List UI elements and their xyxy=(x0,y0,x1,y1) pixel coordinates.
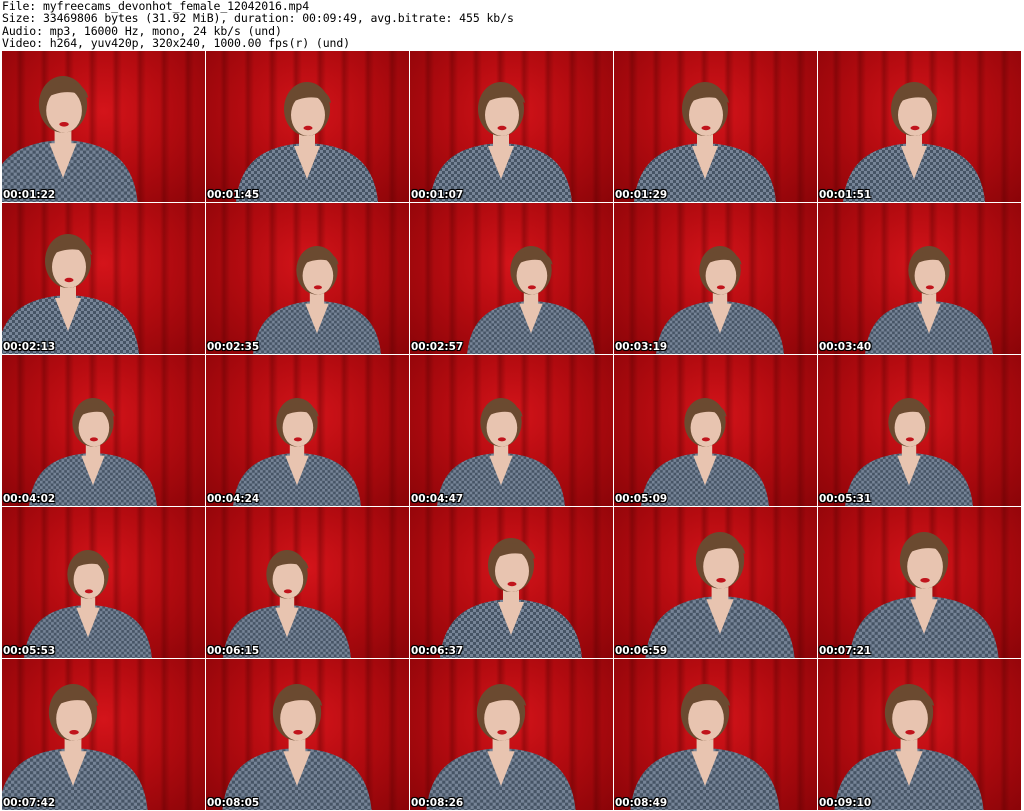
video-thumbnail[interactable]: 00:02:13 xyxy=(2,203,205,354)
video-thumbnail[interactable]: 00:05:53 xyxy=(2,507,205,658)
thumbnail-timestamp: 00:08:49 xyxy=(615,797,668,809)
video-thumbnail[interactable]: 00:06:59 xyxy=(614,507,817,658)
thumbnail-frame-image xyxy=(656,246,784,354)
thumbnail-frame-image xyxy=(2,76,138,202)
thumbnail-frame-image xyxy=(2,684,148,810)
file-info-header: File: myfreecams_devonhot_female_1204201… xyxy=(2,0,1022,50)
file-size-line: Size: 33469806 bytes (31.92 MiB), durati… xyxy=(2,11,514,26)
thumbnail-frame-image xyxy=(440,538,582,658)
video-thumbnail[interactable]: 00:08:26 xyxy=(410,659,613,810)
video-thumbnail[interactable]: 00:03:40 xyxy=(818,203,1021,354)
video-thumbnail[interactable]: 00:07:42 xyxy=(2,659,205,810)
thumbnail-frame-image xyxy=(630,684,780,810)
thumbnail-timestamp: 00:01:29 xyxy=(615,189,668,201)
video-thumbnail[interactable]: 00:01:45 xyxy=(206,51,409,202)
video-thumbnail[interactable]: 00:08:05 xyxy=(206,659,409,810)
video-thumbnail[interactable]: 00:01:07 xyxy=(410,51,613,202)
thumbnail-timestamp: 00:04:02 xyxy=(3,493,56,505)
video-thumbnail[interactable]: 00:04:02 xyxy=(2,355,205,506)
video-thumbnail[interactable]: 00:02:57 xyxy=(410,203,613,354)
video-thumbnail[interactable]: 00:05:31 xyxy=(818,355,1021,506)
thumbnail-timestamp: 00:08:05 xyxy=(207,797,260,809)
video-thumbnail[interactable]: 00:07:21 xyxy=(818,507,1021,658)
thumbnail-frame-image xyxy=(24,550,152,658)
thumbnail-timestamp: 00:01:07 xyxy=(411,189,464,201)
thumbnail-timestamp: 00:01:22 xyxy=(3,189,56,201)
video-thumbnail[interactable]: 00:04:47 xyxy=(410,355,613,506)
thumbnail-timestamp: 00:07:21 xyxy=(819,645,872,657)
video-thumbnail[interactable]: 00:02:35 xyxy=(206,203,409,354)
thumbnail-frame-image xyxy=(2,234,139,354)
video-thumbnail[interactable]: 00:05:09 xyxy=(614,355,817,506)
thumbnail-timestamp: 00:05:31 xyxy=(819,493,872,505)
thumbnail-frame-image xyxy=(437,398,565,506)
video-thumbnail[interactable]: 00:03:19 xyxy=(614,203,817,354)
thumbnail-frame-image xyxy=(834,684,984,810)
thumbnail-timestamp: 00:02:13 xyxy=(3,341,56,353)
video-thumbnail[interactable]: 00:04:24 xyxy=(206,355,409,506)
thumbnail-frame-image xyxy=(233,398,361,506)
thumbnail-timestamp: 00:05:53 xyxy=(3,645,56,657)
thumbnail-frame-image xyxy=(645,532,795,658)
video-info-line: Video: h264, yuv420p, 320x240, 1000.00 f… xyxy=(2,36,351,51)
video-thumbnail[interactable]: 00:06:37 xyxy=(410,507,613,658)
video-thumbnail[interactable]: 00:01:29 xyxy=(614,51,817,202)
thumbnail-frame-image xyxy=(29,398,157,506)
thumbnail-timestamp: 00:04:24 xyxy=(207,493,260,505)
thumbnail-timestamp: 00:04:47 xyxy=(411,493,464,505)
thumbnail-frame-image xyxy=(843,82,985,202)
thumbnail-timestamp: 00:07:42 xyxy=(3,797,56,809)
thumbnail-timestamp: 00:06:59 xyxy=(615,645,668,657)
thumbnail-frame-image xyxy=(845,398,973,506)
thumbnail-timestamp: 00:06:37 xyxy=(411,645,464,657)
thumbnail-frame-image xyxy=(426,684,576,810)
thumbnail-timestamp: 00:01:45 xyxy=(207,189,260,201)
thumbnail-timestamp: 00:03:40 xyxy=(819,341,872,353)
thumbnail-frame-image xyxy=(467,246,595,354)
thumbnail-grid: 00:01:22 00:01:45 00:01:07 00:01:29 00:0… xyxy=(2,51,1022,811)
thumbnail-timestamp: 00:05:09 xyxy=(615,493,668,505)
video-thumbnail[interactable]: 00:09:10 xyxy=(818,659,1021,810)
thumbnail-frame-image xyxy=(253,246,381,354)
thumbnail-timestamp: 00:08:26 xyxy=(411,797,464,809)
video-thumbnail[interactable]: 00:01:22 xyxy=(2,51,205,202)
video-thumbnail[interactable]: 00:06:15 xyxy=(206,507,409,658)
thumbnail-timestamp: 00:02:35 xyxy=(207,341,260,353)
video-thumbnail[interactable]: 00:08:49 xyxy=(614,659,817,810)
thumbnail-frame-image xyxy=(634,82,776,202)
thumbnail-frame-image xyxy=(641,398,769,506)
thumbnail-timestamp: 00:09:10 xyxy=(819,797,872,809)
thumbnail-frame-image xyxy=(865,246,993,354)
thumbnail-frame-image xyxy=(222,684,372,810)
thumbnail-frame-image xyxy=(430,82,572,202)
video-thumbnail[interactable]: 00:01:51 xyxy=(818,51,1021,202)
thumbnail-timestamp: 00:02:57 xyxy=(411,341,464,353)
thumbnail-timestamp: 00:03:19 xyxy=(615,341,668,353)
thumbnail-frame-image xyxy=(223,550,351,658)
thumbnail-frame-image xyxy=(849,532,999,658)
thumbnail-frame-image xyxy=(236,82,378,202)
thumbnail-timestamp: 00:06:15 xyxy=(207,645,260,657)
thumbnail-timestamp: 00:01:51 xyxy=(819,189,872,201)
